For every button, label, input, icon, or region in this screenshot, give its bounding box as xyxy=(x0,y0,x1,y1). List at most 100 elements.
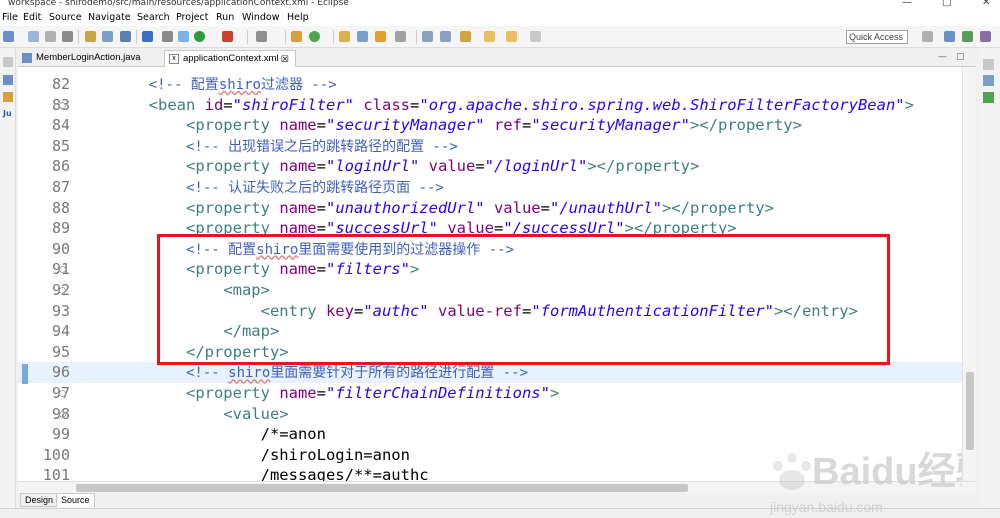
package-explorer-icon[interactable] xyxy=(3,75,13,85)
line-number: 93 xyxy=(51,301,70,320)
open-folder-icon[interactable] xyxy=(339,31,350,42)
last-edit-icon[interactable] xyxy=(460,31,471,42)
menu-file[interactable]: File xyxy=(2,12,18,23)
code-line[interactable]: 84 <property name="securityManager" ref=… xyxy=(18,115,962,136)
skip-breakpoints-icon[interactable] xyxy=(162,31,173,42)
token-txt: = xyxy=(493,219,504,238)
code-line[interactable]: 97 <property name="filterChainDefinition… xyxy=(18,383,962,404)
token-cmt: 里面需要使用到的过滤器操作 --> xyxy=(298,241,515,258)
new-class-icon[interactable] xyxy=(309,31,320,42)
task-list-icon[interactable] xyxy=(983,92,994,103)
restore-right-icon[interactable] xyxy=(983,59,994,70)
tab-design[interactable]: Design xyxy=(20,493,59,507)
open-type-icon[interactable] xyxy=(85,31,96,42)
build-icon[interactable] xyxy=(375,31,386,42)
line-number: 96 xyxy=(51,363,70,382)
close-tab-icon[interactable]: ☒ xyxy=(281,51,289,67)
restore-icon[interactable] xyxy=(3,57,13,67)
fold-toggle-icon[interactable] xyxy=(59,287,66,294)
minimize-editor-icon[interactable]: — xyxy=(938,52,947,62)
menu-window[interactable]: Window xyxy=(242,12,279,23)
dropdown-icon[interactable] xyxy=(530,31,541,42)
menu-navigate[interactable]: Navigate xyxy=(88,12,131,23)
code-line[interactable]: 94 </map> xyxy=(18,321,962,342)
token-tag: <bean xyxy=(148,95,205,114)
code-line[interactable]: 93 <entry key="authc" value-ref="formAut… xyxy=(18,301,962,322)
open-resource-icon[interactable] xyxy=(102,31,113,42)
external-tools-icon[interactable] xyxy=(222,31,233,42)
code-text: /shiroLogin=anon xyxy=(74,445,410,466)
fold-toggle-icon[interactable] xyxy=(59,101,66,109)
menu-project[interactable]: Project xyxy=(176,12,209,23)
open-task-icon[interactable] xyxy=(357,31,368,42)
forward-icon[interactable] xyxy=(506,31,517,42)
tab-source[interactable]: Source xyxy=(56,493,95,507)
back-icon[interactable] xyxy=(484,31,495,42)
code-line[interactable]: 91 <property name="filters"> xyxy=(18,259,962,280)
debug-icon[interactable] xyxy=(178,31,189,42)
code-line[interactable]: 92 <map> xyxy=(18,280,962,301)
code-line[interactable]: 100 /shiroLogin=anon xyxy=(18,445,962,466)
code-line[interactable]: 87 <!-- 认证失败之后的跳转路径页面 --> xyxy=(18,177,962,198)
token-val: "/unauthUrl" xyxy=(549,198,662,217)
code-text: <property name="successUrl" value="/succ… xyxy=(74,218,737,239)
code-line[interactable]: 101 /messages/**=authc xyxy=(18,465,962,481)
menu-search[interactable]: Search xyxy=(137,12,170,23)
code-line[interactable]: 88 <property name="unauthorizedUrl" valu… xyxy=(18,198,962,219)
code-line[interactable]: 82 <!-- 配置shiro过滤器 --> xyxy=(18,74,962,95)
token-attr: name xyxy=(279,260,317,279)
console-icon[interactable] xyxy=(120,31,131,42)
project-explorer-icon[interactable] xyxy=(3,92,13,102)
maximize-icon[interactable]: ▢ xyxy=(942,0,951,8)
run-icon[interactable] xyxy=(194,31,205,42)
maximize-editor-icon[interactable]: ▢ xyxy=(956,52,965,62)
java-ee-perspective-icon[interactable] xyxy=(944,31,955,42)
tab-application-context[interactable]: x applicationContext.xml ☒ xyxy=(164,50,296,67)
fold-toggle-icon[interactable] xyxy=(59,410,66,418)
save-icon[interactable] xyxy=(28,31,39,42)
line-number: 99 xyxy=(51,425,70,444)
previous-annotation-icon[interactable] xyxy=(440,31,451,42)
menu-edit[interactable]: Edit xyxy=(23,12,41,23)
horizontal-scroll-thumb[interactable] xyxy=(76,484,688,492)
token-txt: = xyxy=(316,260,326,279)
new-icon[interactable] xyxy=(3,31,14,42)
vertical-scroll-thumb[interactable] xyxy=(966,372,974,450)
quick-access-input[interactable]: Quick Access xyxy=(846,30,908,44)
search-icon[interactable] xyxy=(256,31,267,42)
xml-source-editor[interactable]: 82 <!-- 配置shiro过滤器 --> 83 <bean id="shiro… xyxy=(18,67,962,481)
print-icon[interactable] xyxy=(62,31,73,42)
new-java-project-icon[interactable] xyxy=(291,31,302,42)
code-line[interactable]: 98 <value> xyxy=(18,404,962,425)
next-annotation-icon[interactable] xyxy=(422,31,433,42)
annotation-icon[interactable] xyxy=(395,31,406,42)
java-perspective-icon[interactable] xyxy=(962,31,973,42)
code-line[interactable]: 89 <property name="successUrl" value="/s… xyxy=(18,218,962,239)
close-icon[interactable]: ✕ xyxy=(982,0,990,8)
menu-run[interactable]: Run xyxy=(216,12,234,23)
code-line[interactable]: 83 <bean id="shiroFilter" class="org.apa… xyxy=(18,95,962,116)
code-line[interactable]: 95 </property> xyxy=(18,342,962,363)
menu-help[interactable]: Help xyxy=(287,12,309,23)
horizontal-scrollbar[interactable] xyxy=(18,481,976,493)
minimize-icon[interactable]: — xyxy=(902,0,912,8)
code-line[interactable]: 99 /*=anon xyxy=(18,424,962,445)
vertical-scrollbar[interactable] xyxy=(962,67,976,481)
junit-icon[interactable]: Ju xyxy=(3,109,13,119)
tab-member-login-action[interactable]: MemberLoginAction.java xyxy=(18,50,162,67)
save-all-icon[interactable] xyxy=(45,31,56,42)
open-perspective-icon[interactable] xyxy=(922,31,933,42)
fold-toggle-icon[interactable] xyxy=(59,390,66,397)
menu-source[interactable]: Source xyxy=(49,12,82,23)
code-line[interactable]: 86 <property name="loginUrl" value="/log… xyxy=(18,156,962,177)
code-line[interactable]: 96 <!-- shiro里面需要针对于所有的路径进行配置 --> xyxy=(18,362,962,383)
toggle-breakpoint-icon[interactable] xyxy=(142,31,153,42)
outline-icon[interactable] xyxy=(983,75,994,86)
editor-mode-tabs: Design Source xyxy=(18,493,976,507)
line-number: 90 xyxy=(51,239,70,258)
code-line[interactable]: 85 <!-- 出现错误之后的跳转路径的配置 --> xyxy=(18,136,962,157)
debug-perspective-icon[interactable] xyxy=(980,31,991,42)
code-line[interactable]: 90 <!-- 配置shiro里面需要使用到的过滤器操作 --> xyxy=(18,239,962,260)
